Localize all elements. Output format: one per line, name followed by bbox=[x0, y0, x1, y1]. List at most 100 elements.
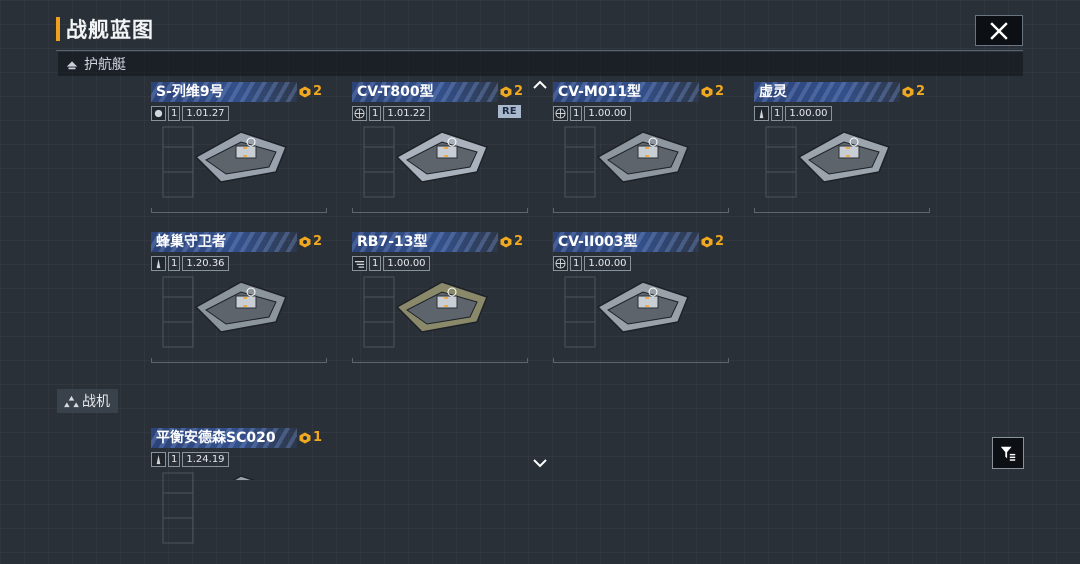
ship-stats: 1 1.00.00 bbox=[754, 106, 832, 121]
blueprint-card[interactable]: 平衡安德森SC020 1 1 1.24.19 bbox=[151, 428, 327, 564]
blueprint-count-value: 2 bbox=[514, 234, 524, 249]
ship-class-icon bbox=[151, 452, 166, 467]
blueprint-count-value: 2 bbox=[715, 234, 725, 249]
section-frigate-label: 护航艇 bbox=[84, 57, 126, 73]
ship-name: 蜂巢守卫者 bbox=[156, 234, 226, 250]
blueprint-count: 1 bbox=[299, 430, 322, 445]
close-button[interactable] bbox=[975, 15, 1023, 46]
ship-name: CV-M011型 bbox=[558, 84, 642, 100]
card-divider bbox=[352, 358, 528, 363]
card-divider bbox=[553, 208, 729, 213]
ship-image bbox=[382, 112, 502, 192]
ship-level: 1 bbox=[369, 106, 382, 121]
card-divider bbox=[754, 208, 930, 213]
ship-image bbox=[382, 262, 502, 342]
blueprint-card[interactable]: RB7-13型 2 1 1.00.00 bbox=[352, 232, 528, 368]
ship-version: 1.01.27 bbox=[182, 106, 229, 121]
ship-level: 1 bbox=[570, 106, 583, 121]
ship-class-icon bbox=[352, 106, 367, 121]
section-fighter-label: 战机 bbox=[82, 394, 110, 410]
ship-class-icon bbox=[151, 106, 166, 121]
card-header: S-列维9号 bbox=[151, 82, 297, 102]
ship-version: 1.00.00 bbox=[383, 256, 430, 271]
ship-version: 1.00.00 bbox=[584, 256, 631, 271]
re-tag: RE bbox=[498, 105, 521, 118]
ship-stats: 1 1.01.22 bbox=[352, 106, 430, 121]
blueprint-count-icon bbox=[500, 236, 512, 247]
blueprint-count: 2 bbox=[902, 84, 925, 99]
ship-stats: 1 1.00.00 bbox=[553, 256, 631, 271]
section-fighter: 战机 bbox=[57, 389, 118, 413]
blueprint-card[interactable]: CV-T800型 2 1 1.01.22 RE bbox=[352, 82, 528, 218]
ship-image bbox=[583, 112, 703, 192]
ship-image bbox=[583, 262, 703, 342]
ship-level: 1 bbox=[168, 256, 181, 271]
blueprint-card[interactable]: S-列维9号 2 1 1.01.27 bbox=[151, 82, 327, 218]
blueprint-count-icon bbox=[902, 86, 914, 97]
card-divider bbox=[151, 208, 327, 213]
ship-level: 1 bbox=[168, 106, 181, 121]
blueprint-count-value: 2 bbox=[313, 84, 323, 99]
ship-class-icon bbox=[553, 256, 568, 271]
ship-class-icon bbox=[352, 256, 367, 271]
card-header: CV-II003型 bbox=[553, 232, 699, 252]
blueprint-count: 2 bbox=[500, 234, 523, 249]
filter-button[interactable] bbox=[992, 437, 1024, 469]
blueprint-count: 2 bbox=[701, 84, 724, 99]
blueprint-card[interactable]: CV-M011型 2 1 1.00.00 bbox=[553, 82, 729, 218]
blueprint-card[interactable]: 蜂巢守卫者 2 1 1.20.36 bbox=[151, 232, 327, 368]
page-title: 战舰蓝图 bbox=[66, 18, 154, 42]
blueprint-count-icon bbox=[299, 432, 311, 443]
blueprint-count-icon bbox=[701, 236, 713, 247]
ship-stats: 1 1.00.00 bbox=[352, 256, 430, 271]
blueprint-count-value: 2 bbox=[514, 84, 524, 99]
ship-image bbox=[181, 262, 301, 342]
chevron-down-icon[interactable] bbox=[532, 458, 548, 468]
ship-name: 虚灵 bbox=[759, 84, 787, 100]
ship-image bbox=[181, 112, 301, 192]
card-header: 蜂巢守卫者 bbox=[151, 232, 297, 252]
blueprint-count-value: 1 bbox=[313, 430, 323, 445]
frigate-icon bbox=[64, 56, 80, 72]
blueprint-count-icon bbox=[299, 86, 311, 97]
header-divider bbox=[56, 50, 1023, 51]
chevron-up-icon[interactable] bbox=[532, 80, 548, 90]
ship-version: 1.20.36 bbox=[182, 256, 229, 271]
ship-name: 平衡安德森SC020 bbox=[156, 430, 276, 446]
card-divider bbox=[352, 208, 528, 213]
ship-stats: 1 1.24.19 bbox=[151, 452, 229, 467]
ship-class-icon bbox=[754, 106, 769, 121]
blueprint-card[interactable]: 虚灵 2 1 1.00.00 bbox=[754, 82, 930, 218]
blueprint-card[interactable]: CV-II003型 2 1 1.00.00 bbox=[553, 232, 729, 368]
ship-level: 1 bbox=[369, 256, 382, 271]
ship-version: 1.01.22 bbox=[383, 106, 430, 121]
blueprint-count-icon bbox=[500, 86, 512, 97]
card-divider bbox=[151, 358, 327, 363]
card-header: CV-T800型 bbox=[352, 82, 498, 102]
ship-name: CV-T800型 bbox=[357, 84, 434, 100]
section-frigate: 护航艇 bbox=[58, 52, 1023, 76]
ship-name: S-列维9号 bbox=[156, 84, 224, 100]
title-accent bbox=[56, 17, 60, 41]
card-header: RB7-13型 bbox=[352, 232, 498, 252]
fighter-icon bbox=[63, 394, 79, 408]
ship-image bbox=[784, 112, 904, 192]
ship-name: RB7-13型 bbox=[357, 234, 428, 250]
ship-stats: 1 1.00.00 bbox=[553, 106, 631, 121]
card-header: 平衡安德森SC020 bbox=[151, 428, 297, 448]
ship-stats: 1 1.20.36 bbox=[151, 256, 229, 271]
ship-name: CV-II003型 bbox=[558, 234, 638, 250]
close-icon bbox=[990, 21, 1008, 40]
filter-icon bbox=[1000, 446, 1016, 461]
ship-level: 1 bbox=[771, 106, 784, 121]
blueprint-count-value: 2 bbox=[313, 234, 323, 249]
ship-version: 1.24.19 bbox=[182, 452, 229, 467]
blueprint-count: 2 bbox=[701, 234, 724, 249]
card-divider bbox=[553, 358, 729, 363]
blueprint-count: 2 bbox=[299, 84, 322, 99]
blueprint-count-icon bbox=[701, 86, 713, 97]
ship-level: 1 bbox=[168, 452, 181, 467]
page-header: 战舰蓝图 bbox=[56, 14, 154, 44]
blueprint-count-value: 2 bbox=[715, 84, 725, 99]
ship-version: 1.00.00 bbox=[785, 106, 832, 121]
